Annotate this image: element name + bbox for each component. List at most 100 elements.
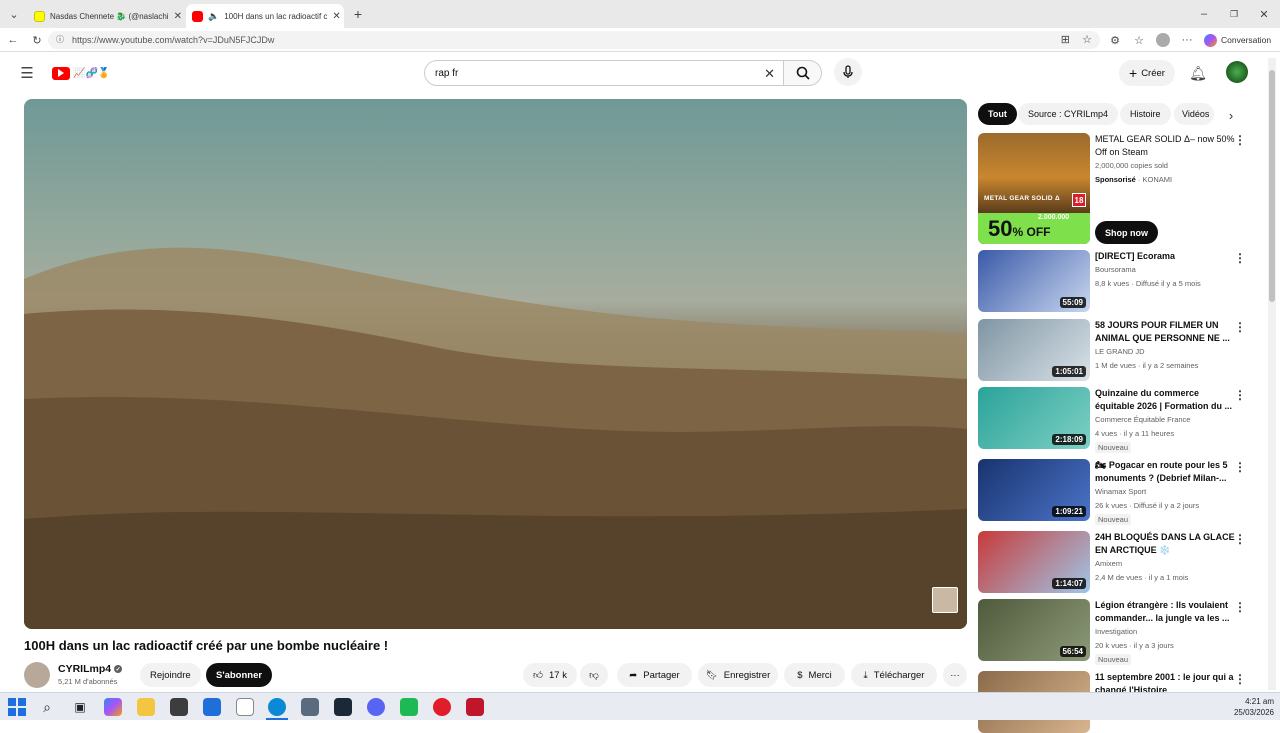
favorite-star-icon[interactable]: ☆: [1082, 33, 1092, 46]
favorites-icon[interactable]: ☆: [1132, 32, 1146, 48]
app-available-icon[interactable]: ⊞: [1061, 33, 1070, 46]
site-info-icon[interactable]: ⓘ: [56, 34, 64, 45]
account-avatar[interactable]: [1226, 61, 1248, 83]
clock-time: 4:21 am: [1245, 697, 1274, 706]
clear-search-icon[interactable]: ✕: [764, 66, 775, 82]
dislike-button[interactable]: 👎︎: [580, 663, 608, 687]
more-dots-icon: ···: [950, 669, 960, 681]
close-window-icon[interactable]: ✕: [1256, 6, 1272, 22]
join-button[interactable]: Rejoindre: [140, 663, 201, 687]
more-actions-button[interactable]: ···: [943, 663, 967, 687]
related-channel-name: Winamax Sport: [1095, 487, 1147, 496]
clock-date: 25/03/2026: [1233, 708, 1274, 717]
ad-thumbnail[interactable]: METAL GEAR SOLID Δ 18 50 % OFF 2.000.000: [978, 133, 1090, 244]
back-arrow-icon[interactable]: ←: [6, 32, 20, 48]
page-scrollbar-track[interactable]: [1268, 58, 1276, 690]
more-options-icon[interactable]: ⋮: [1234, 533, 1246, 545]
related-thumbnail[interactable]: 55:09: [978, 250, 1090, 312]
related-video-info[interactable]: Quinzaine du commerce équitable 2026 | F…: [1095, 387, 1235, 454]
share-button[interactable]: ➦ Partager: [617, 663, 692, 687]
chip-history[interactable]: Histoire: [1120, 103, 1171, 125]
related-video-meta: 26 k vues · Diffusé il y a 2 jours: [1095, 501, 1200, 510]
related-video-info[interactable]: 24H BLOQUÉS DANS LA GLACE EN ARCTIQUE ❄️…: [1095, 531, 1235, 585]
more-options-icon[interactable]: ⋮: [1234, 601, 1246, 613]
chips-next-chevron-icon[interactable]: ›: [1222, 105, 1240, 125]
close-tab-icon[interactable]: ✕: [332, 11, 340, 22]
related-thumbnail[interactable]: 2:18:09: [978, 387, 1090, 449]
app-icon[interactable]: [301, 698, 319, 716]
steam-icon[interactable]: [334, 698, 352, 716]
related-video-info[interactable]: [DIRECT] Ecorama Boursorama 8,8 k vues · D…: [1095, 250, 1235, 291]
subscribe-label: S'abonner: [216, 669, 263, 681]
search-query: rap fr: [435, 67, 459, 79]
chip-all[interactable]: Tout: [978, 103, 1017, 125]
more-options-icon[interactable]: ⋮: [1234, 252, 1246, 264]
extensions-icon[interactable]: ⚙: [1108, 32, 1122, 48]
copilot-icon: [1204, 33, 1217, 47]
mail-icon[interactable]: [203, 698, 221, 716]
tab-list-chevron-icon[interactable]: ⌄: [6, 6, 22, 22]
voice-search-button[interactable]: [834, 58, 862, 86]
profile-avatar[interactable]: [1156, 33, 1170, 47]
related-thumbnail[interactable]: 1:05:01: [978, 319, 1090, 381]
related-thumbnail[interactable]: 1:09:21: [978, 459, 1090, 521]
save-button[interactable]: 🔖︎ Enregistrer: [698, 663, 778, 687]
new-badge: Nouveau: [1095, 514, 1132, 525]
hamburger-menu-icon[interactable]: ☰: [18, 64, 36, 82]
notepad-icon[interactable]: [236, 698, 254, 716]
start-windows-icon[interactable]: [8, 698, 26, 716]
system-clock[interactable]: 4:21 am 25/03/2026: [1226, 696, 1274, 718]
copilot-taskbar-icon[interactable]: [104, 698, 122, 716]
browser-tab-youtube[interactable]: 🔈 100H dans un lac radioactif c ✕: [186, 4, 344, 28]
reload-icon[interactable]: ↻: [30, 32, 44, 48]
edge-browser-icon[interactable]: [268, 698, 286, 716]
related-video-info[interactable]: 58 JOURS POUR FILMER UN ANIMAL QUE PERSO…: [1095, 319, 1235, 373]
chip-source[interactable]: Source : CYRILmp4: [1018, 103, 1119, 125]
ad-info[interactable]: METAL GEAR SOLID Δ– now 50% Off on Steam…: [1095, 133, 1235, 187]
new-badge: Nouveau: [1095, 654, 1132, 665]
notifications-bell-icon[interactable]: 🔔︎: [1188, 63, 1208, 83]
channel-watermark-icon[interactable]: [932, 587, 958, 613]
more-options-icon[interactable]: ⋮: [1234, 321, 1246, 333]
more-options-icon[interactable]: ⋮: [1234, 673, 1246, 685]
related-channel-name: Amixem: [1095, 559, 1123, 568]
related-video-info[interactable]: 🏍 Pogacar en route pour les 5 monuments …: [1095, 459, 1235, 526]
channel-name-row[interactable]: CYRILmp4 ✓: [58, 663, 123, 675]
store-icon[interactable]: [170, 698, 188, 716]
like-button[interactable]: 👍︎ 17 k: [523, 663, 577, 687]
chip-videos[interactable]: Vidéos: [1174, 103, 1214, 125]
more-menu-icon[interactable]: ···: [1180, 32, 1194, 48]
opera-icon[interactable]: [433, 698, 451, 716]
more-options-icon[interactable]: ⋮: [1234, 461, 1246, 473]
copilot-conversation-button[interactable]: Conversation: [1204, 32, 1271, 48]
url-field[interactable]: ⓘ https://www.youtube.com/watch?v=JDuN5F…: [48, 31, 1100, 49]
more-options-icon[interactable]: ⋮: [1234, 389, 1246, 401]
related-thumbnail[interactable]: 1:14:07: [978, 531, 1090, 593]
download-button[interactable]: ⤓ Télécharger: [851, 663, 937, 687]
scrollbar-thumb[interactable]: [1269, 70, 1275, 302]
related-thumbnail[interactable]: 56:54: [978, 599, 1090, 661]
close-tab-icon[interactable]: ✕: [174, 11, 182, 22]
search-button[interactable]: [784, 60, 822, 86]
video-player[interactable]: [24, 99, 967, 629]
search-input[interactable]: rap fr ✕: [424, 60, 784, 86]
ad-more-options-icon[interactable]: ⋮: [1234, 134, 1246, 146]
speaker-icon[interactable]: 🔈: [208, 11, 219, 22]
minimize-icon[interactable]: –: [1196, 6, 1212, 22]
discord-icon[interactable]: [367, 698, 385, 716]
thanks-button[interactable]: $ Merci: [784, 663, 845, 687]
browser-tab-snapchat[interactable]: Nasdas Chennete 🐉 (@naslachi ✕: [28, 4, 186, 28]
shop-now-button[interactable]: Shop now: [1095, 221, 1158, 244]
file-explorer-icon[interactable]: [137, 698, 155, 716]
new-tab-plus-icon[interactable]: +: [350, 6, 366, 22]
game-app-icon[interactable]: [400, 698, 418, 716]
media-app-icon[interactable]: [466, 698, 484, 716]
subscribe-button[interactable]: S'abonner: [206, 663, 273, 687]
related-video-info[interactable]: Légion étrangère : Ils voulaient command…: [1095, 599, 1235, 666]
create-button[interactable]: + Créer: [1119, 60, 1175, 86]
restore-icon[interactable]: ❐: [1226, 6, 1242, 22]
channel-avatar[interactable]: [24, 662, 50, 688]
youtube-logo[interactable]: 📈🧬🏅: [52, 64, 110, 82]
task-view-icon[interactable]: ▣: [71, 698, 89, 716]
taskbar-search-icon[interactable]: ⌕: [38, 698, 56, 716]
